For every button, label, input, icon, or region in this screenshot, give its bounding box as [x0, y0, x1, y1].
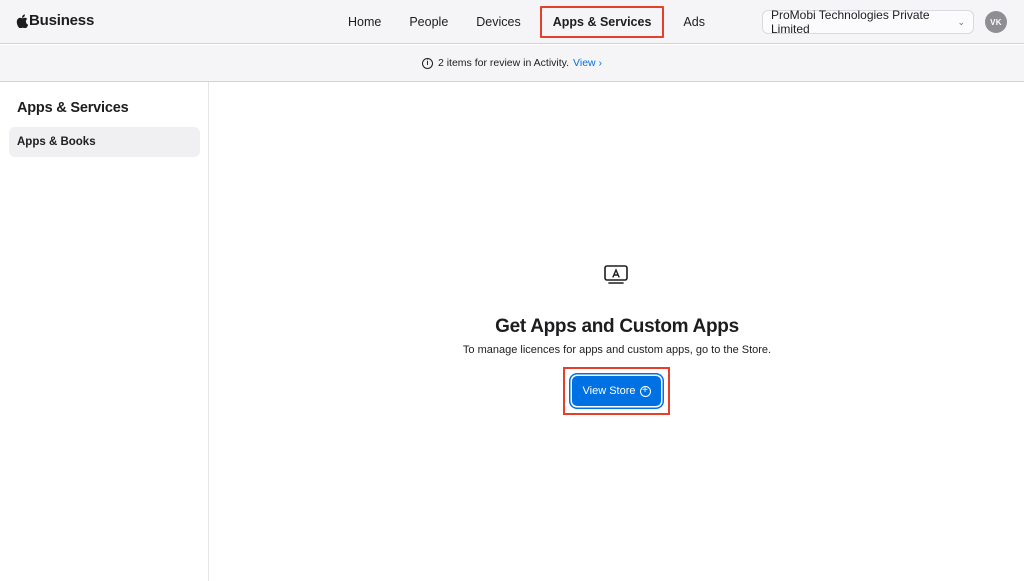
banner-message: 2 items for review in Activity.: [437, 57, 570, 69]
sidebar: Apps & Services Apps & Books: [0, 82, 209, 581]
apple-logo-icon: [16, 13, 28, 28]
sidebar-title: Apps & Services: [17, 100, 129, 116]
activity-banner: i 2 items for review in Activity. View ›: [0, 45, 1024, 82]
chevron-right-icon: ›: [598, 57, 603, 69]
info-icon: i: [421, 57, 433, 69]
nav-home[interactable]: Home: [334, 7, 395, 37]
nav-devices[interactable]: Devices: [462, 7, 534, 37]
nav-people[interactable]: People: [395, 7, 462, 37]
top-bar: Business Home People Devices Apps & Serv…: [0, 0, 1024, 44]
chevron-down-icon: ⌄: [957, 16, 965, 27]
view-store-button[interactable]: View Store +: [572, 376, 661, 406]
main-nav: Home People Devices Apps & Services Ads: [334, 6, 719, 38]
sidebar-item-label: Apps & Books: [17, 136, 96, 148]
avatar[interactable]: VK: [985, 11, 1007, 33]
brand-logo[interactable]: Business: [16, 12, 94, 29]
brand-name: Business: [29, 12, 95, 29]
view-store-label: View Store: [582, 385, 636, 397]
organization-selector[interactable]: ProMobi Technologies Private Limited ⌄: [762, 8, 974, 36]
organization-name: ProMobi Technologies Private Limited: [771, 8, 930, 36]
app-store-icon: [604, 265, 628, 284]
empty-state-title: Get Apps and Custom Apps: [495, 316, 739, 337]
main-content: Get Apps and Custom Apps To manage licen…: [210, 82, 1024, 581]
plus-circle-icon: +: [639, 385, 651, 397]
nav-apps-and-services[interactable]: Apps & Services: [539, 6, 665, 38]
banner-view-link[interactable]: View ›: [573, 57, 602, 69]
empty-state-subtitle: To manage licences for apps and custom a…: [462, 344, 772, 356]
sidebar-item-apps-and-books[interactable]: Apps & Books: [9, 127, 200, 157]
banner-view-label: View: [573, 57, 596, 69]
nav-ads[interactable]: Ads: [669, 7, 719, 37]
